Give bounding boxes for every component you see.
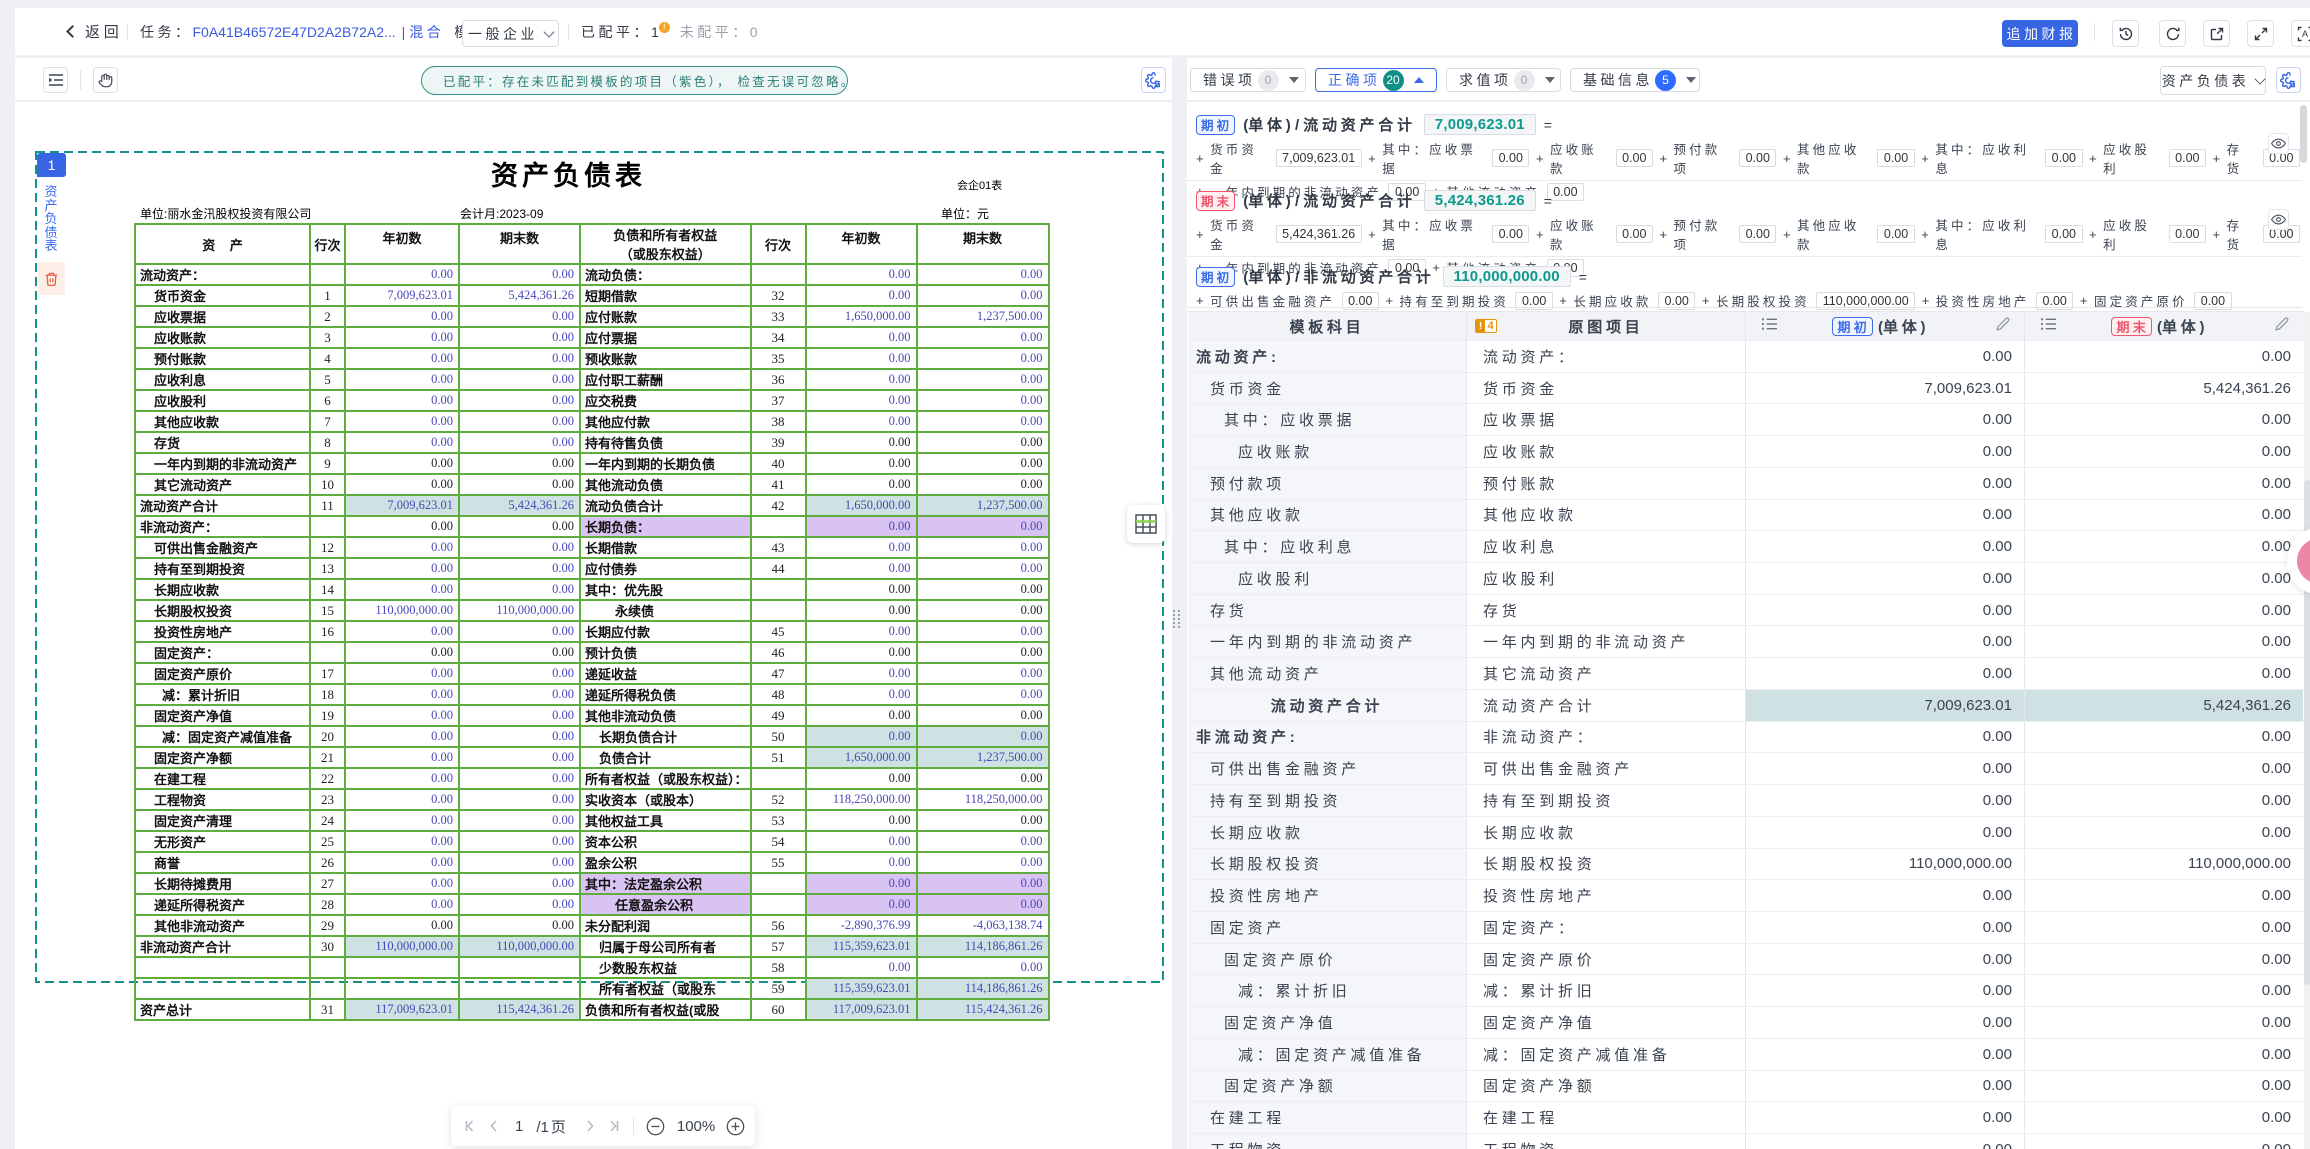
svg-text:A: A [2301, 29, 2307, 39]
